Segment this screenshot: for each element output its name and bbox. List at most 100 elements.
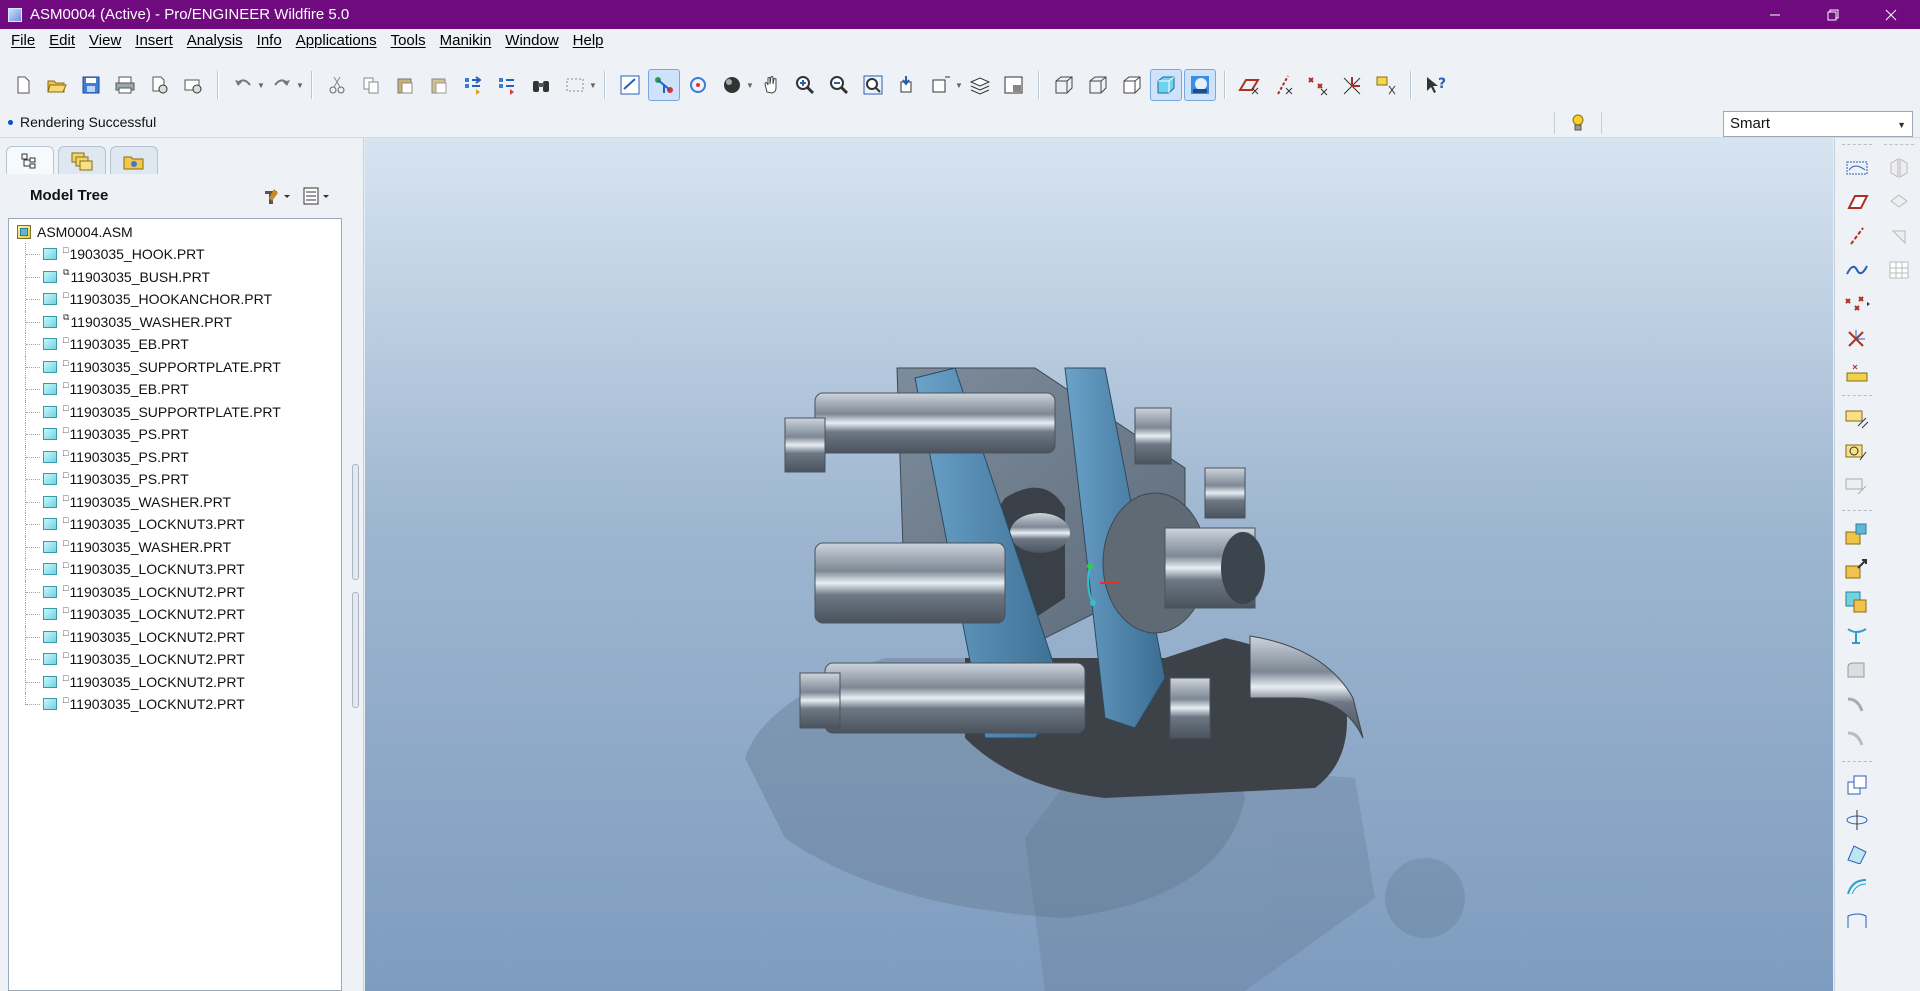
menu-view[interactable]: View xyxy=(82,32,128,49)
find-button[interactable] xyxy=(525,69,557,101)
tree-item[interactable]: □ 11903035_EB.PRT xyxy=(9,378,341,401)
model-tree[interactable]: ASM0004.ASM □ 1903035_HOOK.PRT ⧉ 11903035_… xyxy=(8,218,342,991)
chamfer-button[interactable] xyxy=(1841,687,1873,721)
analysis-feature-button[interactable] xyxy=(1841,355,1873,389)
datum-csys-button[interactable] xyxy=(1841,321,1873,355)
sketched-curve-button[interactable] xyxy=(1841,253,1873,287)
surface-finish-button[interactable] xyxy=(1841,436,1873,470)
undo-button[interactable] xyxy=(227,69,259,101)
note-button[interactable] xyxy=(1841,470,1873,504)
annotation-display-button[interactable] xyxy=(1370,69,1402,101)
selection-filter-select[interactable]: Smart ▼ xyxy=(1723,111,1913,137)
shading-button[interactable] xyxy=(1150,69,1182,101)
paste-special-button[interactable] xyxy=(423,69,455,101)
tree-item[interactable]: □ 11903035_PS.PRT xyxy=(9,423,341,446)
datum-axes-display-button[interactable] xyxy=(1268,69,1300,101)
zoom-in-button[interactable] xyxy=(789,69,821,101)
tree-item[interactable]: □ 11903035_PS.PRT xyxy=(9,468,341,491)
offset-button[interactable] xyxy=(1841,870,1873,904)
datum-curve-button[interactable] xyxy=(1841,219,1873,253)
context-help-button[interactable]: ? xyxy=(1420,69,1452,101)
tree-item[interactable]: □ 11903035_LOCKNUT3.PRT xyxy=(9,558,341,581)
hidden-line-button[interactable] xyxy=(1082,69,1114,101)
lightbulb-icon[interactable] xyxy=(1571,114,1585,132)
tree-item[interactable]: □ 11903035_LOCKNUT2.PRT xyxy=(9,670,341,693)
open-button[interactable] xyxy=(41,69,73,101)
tree-item[interactable]: □ 11903035_LOCKNUT2.PRT xyxy=(9,625,341,648)
menu-window[interactable]: Window xyxy=(498,32,565,49)
layers-tab[interactable] xyxy=(58,146,106,174)
tree-item[interactable]: □ 11903035_EB.PRT xyxy=(9,333,341,356)
close-button[interactable] xyxy=(1862,0,1920,29)
regenerate-button[interactable] xyxy=(457,69,489,101)
datum-point-button[interactable] xyxy=(1841,287,1873,321)
round-button[interactable] xyxy=(1841,653,1873,687)
menu-tools[interactable]: Tools xyxy=(384,32,433,49)
regen-manager-button[interactable] xyxy=(491,69,523,101)
orient-mode-button[interactable] xyxy=(648,69,680,101)
saved-views-dropdown-icon[interactable]: ▼ xyxy=(955,81,963,90)
tree-item[interactable]: □ 11903035_LOCKNUT2.PRT xyxy=(9,603,341,626)
menu-edit[interactable]: Edit xyxy=(42,32,82,49)
datum-planes-display-button[interactable] xyxy=(1234,69,1266,101)
spin-center-button[interactable] xyxy=(682,69,714,101)
repaint-button[interactable] xyxy=(614,69,646,101)
restore-button[interactable] xyxy=(1804,0,1862,29)
point-display-button[interactable] xyxy=(1302,69,1334,101)
reorient-button[interactable] xyxy=(891,69,923,101)
tree-settings-button[interactable] xyxy=(256,184,296,208)
annotation-feature-button[interactable] xyxy=(1841,402,1873,436)
view-manager-button[interactable] xyxy=(998,69,1030,101)
minimize-button[interactable] xyxy=(1746,0,1804,29)
zoom-out-button[interactable] xyxy=(823,69,855,101)
draft-button[interactable] xyxy=(1841,721,1873,755)
model-tree-tab[interactable] xyxy=(6,146,54,174)
display-style-dropdown-icon[interactable]: ▼ xyxy=(746,81,754,90)
menu-info[interactable]: Info xyxy=(250,32,289,49)
trim-button[interactable] xyxy=(1883,219,1915,253)
pattern-button[interactable] xyxy=(1841,802,1873,836)
saved-views-button[interactable] xyxy=(925,69,957,101)
menu-applications[interactable]: Applications xyxy=(289,32,384,49)
mirror-tool-button[interactable] xyxy=(1883,151,1915,185)
wireframe-button[interactable] xyxy=(1048,69,1080,101)
paste-button[interactable] xyxy=(389,69,421,101)
pan-button[interactable] xyxy=(755,69,787,101)
create-component-button[interactable] xyxy=(1841,551,1873,585)
tree-item[interactable]: □ 1903035_HOOK.PRT xyxy=(9,243,341,266)
csys-display-button[interactable] xyxy=(1336,69,1368,101)
tree-item[interactable]: □ 11903035_LOCKNUT2.PRT xyxy=(9,580,341,603)
menu-insert[interactable]: Insert xyxy=(128,32,180,49)
refit-button[interactable] xyxy=(857,69,889,101)
tree-item[interactable]: □ 11903035_WASHER.PRT xyxy=(9,535,341,558)
boundary-button[interactable] xyxy=(1841,904,1873,938)
pattern-table-button[interactable] xyxy=(1883,253,1915,287)
assemble-button[interactable] xyxy=(1841,517,1873,551)
mail-attach-button[interactable] xyxy=(177,69,209,101)
layers-button[interactable] xyxy=(964,69,996,101)
package-button[interactable] xyxy=(1841,585,1873,619)
menu-file[interactable]: File xyxy=(4,32,42,49)
menu-analysis[interactable]: Analysis xyxy=(180,32,250,49)
tree-item[interactable]: □ 11903035_HOOKANCHOR.PRT xyxy=(9,288,341,311)
save-button[interactable] xyxy=(75,69,107,101)
tree-root-node[interactable]: ASM0004.ASM xyxy=(17,224,133,240)
copy-button[interactable] xyxy=(355,69,387,101)
graphics-window[interactable] xyxy=(365,138,1833,991)
redo-dropdown-icon[interactable]: ▼ xyxy=(296,81,304,90)
navigator-splitter-handle[interactable] xyxy=(352,464,359,580)
tree-item[interactable]: ⧉ 11903035_BUSH.PRT xyxy=(9,265,341,288)
navigator-splitter-handle[interactable] xyxy=(352,592,359,708)
tree-item[interactable]: □ 11903035_LOCKNUT2.PRT xyxy=(9,693,341,716)
menu-help[interactable]: Help xyxy=(566,32,611,49)
merge-button[interactable] xyxy=(1883,185,1915,219)
undo-dropdown-icon[interactable]: ▼ xyxy=(257,81,265,90)
no-hidden-button[interactable] xyxy=(1116,69,1148,101)
menu-manikin[interactable]: Manikin xyxy=(433,32,499,49)
tree-item[interactable]: □ 11903035_PS.PRT xyxy=(9,445,341,468)
tree-item[interactable]: □ 11903035_LOCKNUT2.PRT xyxy=(9,648,341,671)
tree-item[interactable]: □ 11903035_SUPPORTPLATE.PRT xyxy=(9,355,341,378)
select-box-button[interactable] xyxy=(559,69,591,101)
folder-browser-tab[interactable] xyxy=(110,146,158,174)
mirror-button[interactable] xyxy=(1841,768,1873,802)
